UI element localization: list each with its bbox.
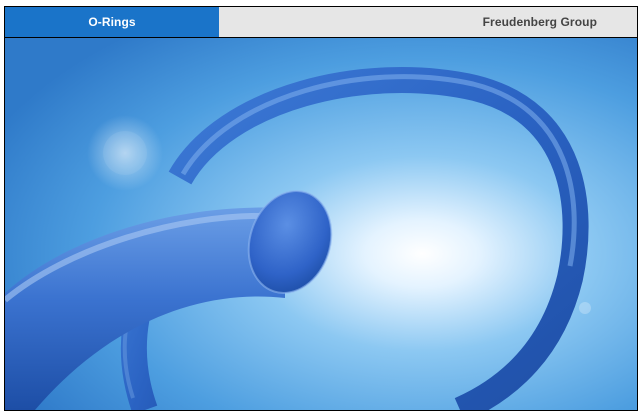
tab-freudenberg-group[interactable]: Freudenberg Group — [219, 7, 637, 37]
tab-o-rings-label: O-Rings — [88, 15, 136, 29]
tab-freudenberg-group-label: Freudenberg Group — [482, 15, 597, 29]
tab-bar: O-Rings Freudenberg Group — [5, 7, 637, 37]
hero-image — [5, 38, 637, 410]
tab-o-rings[interactable]: O-Rings — [5, 7, 219, 37]
o-ring-illustration — [5, 38, 637, 410]
